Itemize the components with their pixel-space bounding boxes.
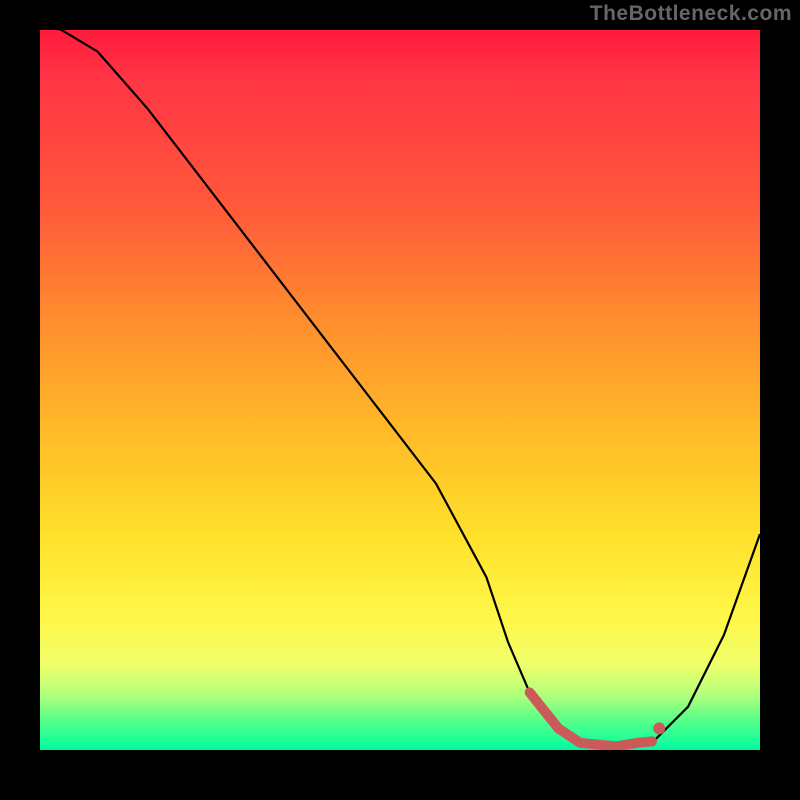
optimal-range-end-dot bbox=[653, 722, 665, 734]
optimal-range-highlight bbox=[530, 692, 652, 746]
plot-area bbox=[40, 30, 760, 750]
curve-svg bbox=[40, 30, 760, 750]
chart-frame: TheBottleneck.com bbox=[0, 0, 800, 800]
watermark-text: TheBottleneck.com bbox=[590, 2, 792, 26]
bottleneck-curve bbox=[40, 30, 760, 746]
